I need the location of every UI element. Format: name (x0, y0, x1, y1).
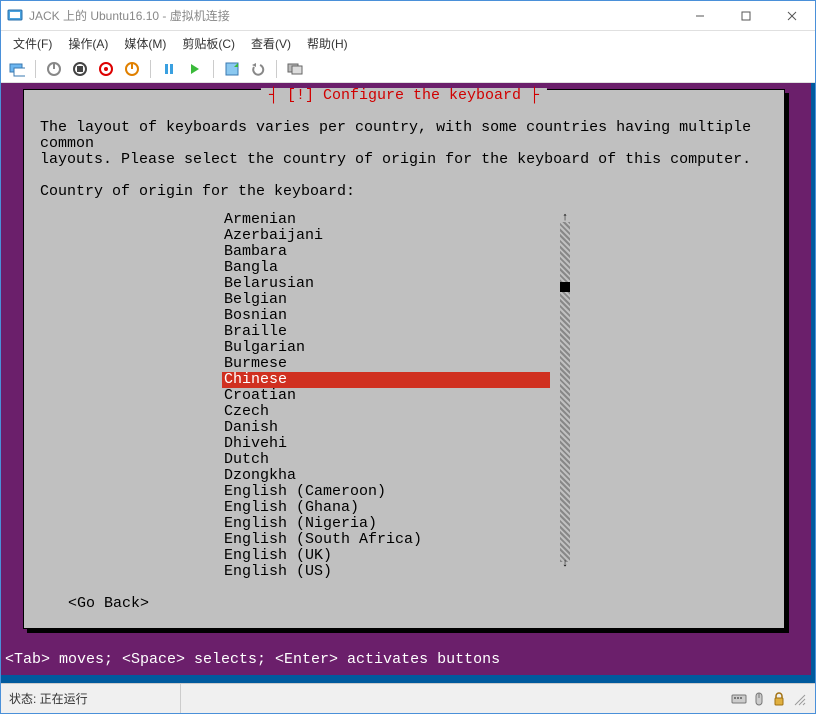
list-item[interactable]: Chinese (222, 372, 550, 388)
list-item[interactable]: Belarusian (222, 276, 582, 292)
list-item[interactable]: Armenian (222, 212, 582, 228)
keyboard-country-list[interactable]: ArmenianAzerbaijaniBambaraBanglaBelarusi… (222, 212, 582, 580)
menu-help[interactable]: 帮助(H) (301, 33, 354, 54)
menubar: 文件(F) 操作(A) 媒体(M) 剪贴板(C) 查看(V) 帮助(H) (1, 31, 815, 55)
list-item[interactable]: Braille (222, 324, 582, 340)
list-item[interactable]: Bulgarian (222, 340, 582, 356)
dialog-title-text: [!] Configure the keyboard (287, 87, 521, 104)
maximize-button[interactable] (723, 1, 769, 31)
list-item[interactable]: Czech (222, 404, 582, 420)
resize-grip-icon[interactable] (791, 691, 807, 707)
window-controls (677, 1, 815, 31)
configure-keyboard-dialog: ┤ [!] Configure the keyboard ├ The layou… (23, 89, 785, 629)
vm-screen[interactable]: ┤ [!] Configure the keyboard ├ The layou… (1, 83, 815, 683)
shutdown-button[interactable] (96, 59, 116, 79)
app-icon (7, 8, 23, 24)
menu-file[interactable]: 文件(F) (7, 33, 58, 54)
dialog-intro-line1: The layout of keyboards varies per count… (40, 120, 768, 152)
toolbar (1, 55, 815, 83)
lock-icon (771, 691, 787, 707)
list-item[interactable]: Burmese (222, 356, 582, 372)
titlebar: JACK 上的 Ubuntu16.10 - 虚拟机连接 (1, 1, 815, 31)
save-button[interactable] (122, 59, 142, 79)
installer-background: ┤ [!] Configure the keyboard ├ The layou… (1, 83, 811, 675)
list-item[interactable]: Dutch (222, 452, 582, 468)
list-item[interactable]: Azerbaijani (222, 228, 582, 244)
list-item[interactable]: English (South Africa) (222, 532, 582, 548)
reset-button[interactable] (185, 59, 205, 79)
menu-clipboard[interactable]: 剪贴板(C) (176, 33, 241, 54)
menu-action[interactable]: 操作(A) (62, 33, 114, 54)
toolbar-separator (276, 60, 277, 78)
list-item[interactable]: Dzongkha (222, 468, 582, 484)
toolbar-separator (213, 60, 214, 78)
pause-button[interactable] (159, 59, 179, 79)
list-item[interactable]: English (Cameroon) (222, 484, 582, 500)
list-item[interactable]: English (Ghana) (222, 500, 582, 516)
list-item[interactable]: Belgian (222, 292, 582, 308)
close-button[interactable] (769, 1, 815, 31)
list-item[interactable]: Bosnian (222, 308, 582, 324)
revert-button[interactable] (248, 59, 268, 79)
start-button[interactable] (44, 59, 64, 79)
list-item[interactable]: Croatian (222, 388, 582, 404)
list-item[interactable]: Bambara (222, 244, 582, 260)
enhanced-session-button[interactable] (285, 59, 305, 79)
list-item[interactable]: English (US) (222, 564, 582, 580)
list-item[interactable]: Danish (222, 420, 582, 436)
vm-window: JACK 上的 Ubuntu16.10 - 虚拟机连接 文件(F) 操作(A) … (0, 0, 816, 714)
toolbar-separator (35, 60, 36, 78)
dialog-title: ┤ [!] Configure the keyboard ├ (261, 88, 547, 104)
dialog-intro-line2: layouts. Please select the country of or… (40, 152, 768, 168)
ctrl-alt-del-button[interactable] (7, 59, 27, 79)
minimize-button[interactable] (677, 1, 723, 31)
window-title: JACK 上的 Ubuntu16.10 - 虚拟机连接 (29, 7, 677, 24)
list-item[interactable]: Bangla (222, 260, 582, 276)
list-item[interactable]: English (Nigeria) (222, 516, 582, 532)
list-item[interactable]: English (UK) (222, 548, 582, 564)
keyboard-icon (731, 691, 747, 707)
key-hint-bar: <Tab> moves; <Space> selects; <Enter> ac… (1, 651, 811, 673)
status-text: 状态: 正在运行 (1, 684, 181, 713)
mouse-icon (751, 691, 767, 707)
go-back-button[interactable]: <Go Back> (68, 596, 768, 612)
toolbar-separator (150, 60, 151, 78)
dialog-prompt: Country of origin for the keyboard: (40, 184, 768, 200)
statusbar: 状态: 正在运行 (1, 683, 815, 713)
status-icons (731, 691, 815, 707)
turnoff-button[interactable] (70, 59, 90, 79)
menu-media[interactable]: 媒体(M) (118, 33, 172, 54)
checkpoint-button[interactable] (222, 59, 242, 79)
list-item[interactable]: Dhivehi (222, 436, 582, 452)
menu-view[interactable]: 查看(V) (245, 33, 297, 54)
